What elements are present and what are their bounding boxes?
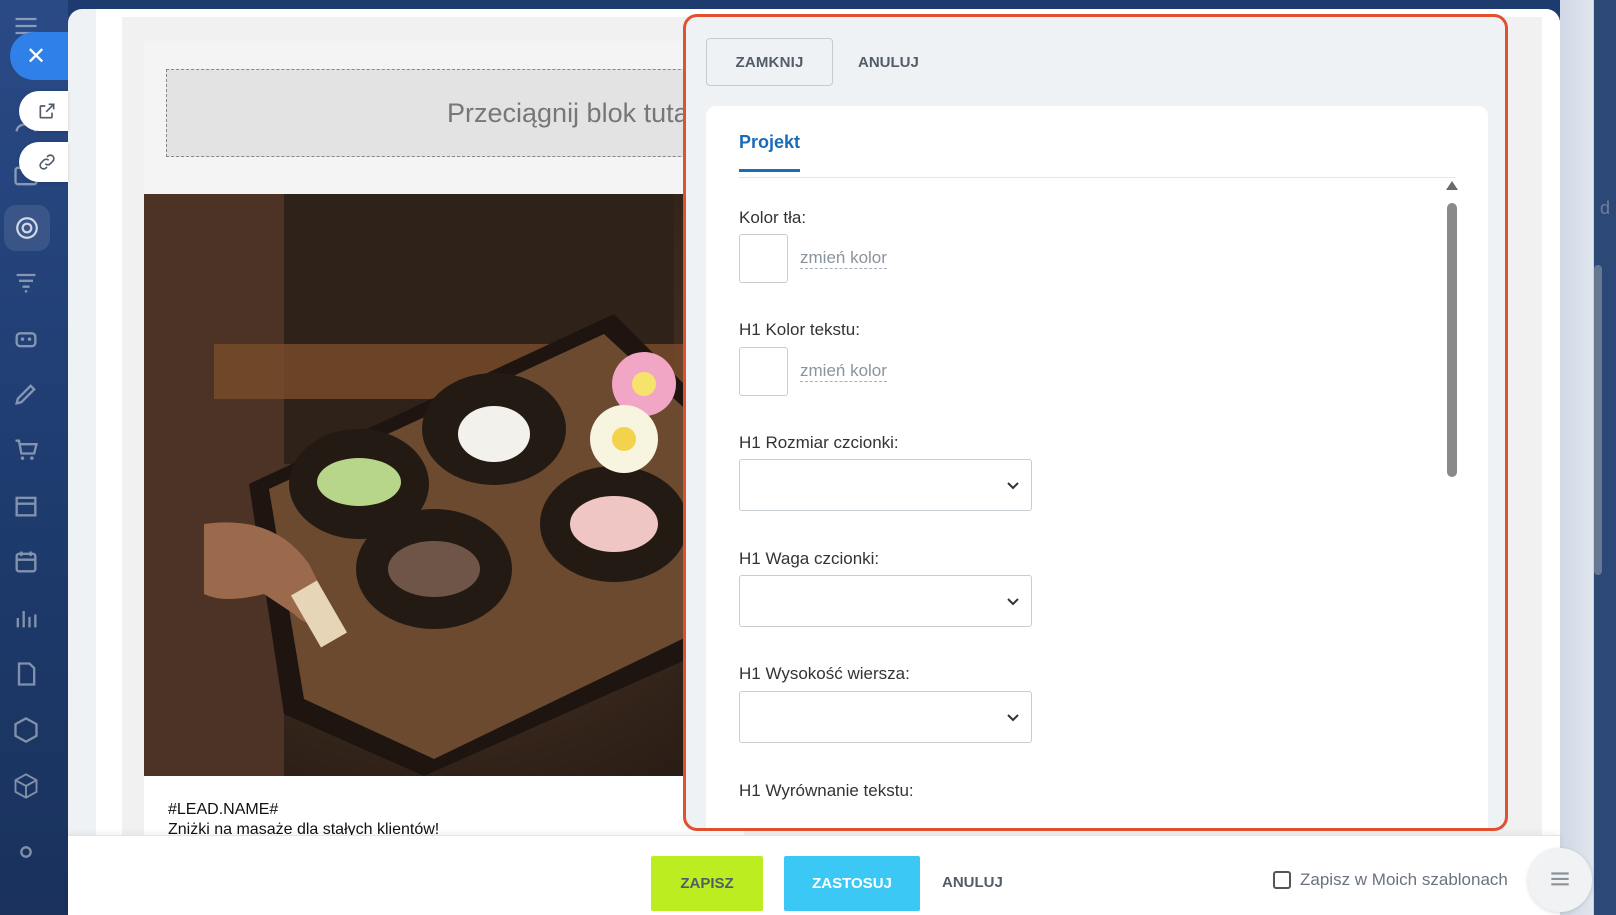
email-image[interactable]: [144, 194, 744, 776]
save-template-checkbox[interactable]: [1273, 871, 1291, 889]
email-text-block[interactable]: #LEAD.NAME# Zniżki na masaże dla stałych…: [144, 776, 744, 838]
link-icon: [38, 154, 55, 170]
cancel-button[interactable]: ANULUJ: [942, 874, 1003, 891]
open-new-window-button[interactable]: [19, 91, 68, 131]
pencil-icon[interactable]: [12, 380, 40, 408]
lead-name-placeholder: #LEAD.NAME#: [168, 801, 279, 818]
scroll-up-arrow-icon[interactable]: [1446, 181, 1458, 190]
app-sidebar: [0, 0, 68, 915]
chevron-down-icon: [1007, 714, 1019, 722]
bg-color-swatch[interactable]: [739, 234, 788, 283]
store-icon[interactable]: [12, 492, 40, 520]
scroll-thumb[interactable]: [1447, 203, 1457, 477]
close-button[interactable]: ZAMKNIJ: [706, 38, 833, 86]
document-icon[interactable]: [12, 660, 40, 688]
save-button[interactable]: ZAPISZ: [651, 856, 763, 911]
cube-icon[interactable]: [12, 772, 40, 800]
h1-font-weight-label: H1 Waga czcionki:: [739, 549, 880, 568]
bg-color-label: Kolor tła:: [739, 208, 807, 227]
cart-icon[interactable]: [12, 436, 40, 464]
target-icon[interactable]: [4, 205, 50, 251]
h1-change-color-link[interactable]: zmień kolor: [800, 361, 887, 382]
tab-bar: Projekt: [739, 106, 1456, 178]
list-icon: [1551, 872, 1569, 886]
h1-line-height-label: H1 Wysokość wiersza:: [739, 664, 910, 683]
drop-zone-text: Przeciągnij blok tutaj: [447, 97, 695, 128]
settings-card: Projekt Kolor tła: zmień kolor H1 Kolor …: [706, 106, 1488, 828]
settings-scrollbar[interactable]: [1446, 181, 1458, 828]
h1-text-color-label: H1 Kolor tekstu:: [739, 320, 860, 339]
hexagon-icon[interactable]: [12, 716, 40, 744]
massage-tray-photo: [144, 194, 744, 776]
copy-link-button[interactable]: [19, 142, 68, 182]
save-template-label: Zapisz w Moich szablonach: [1300, 870, 1508, 889]
slider-close-button[interactable]: ✕: [10, 32, 68, 80]
chevron-down-icon: [1007, 598, 1019, 606]
settings-icon[interactable]: [12, 838, 40, 866]
h1-text-align-label: H1 Wyrównanie tekstu:: [739, 781, 914, 800]
h1-font-size-select[interactable]: [739, 459, 1032, 511]
h1-font-weight-select[interactable]: [739, 575, 1032, 627]
analytics-icon[interactable]: [12, 604, 40, 632]
email-editor-slider: Przeciągnij blok tutaj #LEAD.NAME# Zniżk…: [68, 9, 1560, 915]
apply-button[interactable]: ZASTOSUJ: [784, 856, 920, 911]
calendar-icon[interactable]: [12, 548, 40, 576]
cancel-button[interactable]: ANULUJ: [858, 54, 919, 71]
background-page-text: d: [1600, 198, 1611, 218]
h1-font-size-label: H1 Rozmiar czcionki:: [739, 433, 899, 452]
menu-button[interactable]: [1528, 848, 1592, 912]
bottom-action-bar: ZAPISZ ZASTOSUJ ANULUJ Zapisz w Moich sz…: [68, 835, 1592, 915]
robot-icon[interactable]: [12, 324, 40, 352]
settings-actions: ZAMKNIJ ANULUJ: [706, 38, 919, 86]
funnel-icon[interactable]: [12, 268, 40, 296]
background-page-edge: d: [1560, 0, 1616, 915]
h1-line-height-select[interactable]: [739, 691, 1032, 743]
close-icon: ✕: [25, 42, 47, 70]
chevron-down-icon: [1007, 482, 1019, 490]
drop-zone[interactable]: Przeciągnij blok tutaj: [166, 69, 746, 157]
background-page: [1560, 0, 1616, 915]
h1-text-color-swatch[interactable]: [739, 347, 788, 396]
page-scrollbar[interactable]: [1594, 265, 1602, 575]
tab-projekt[interactable]: Projekt: [739, 132, 801, 172]
block-settings-panel: ZAMKNIJ ANULUJ Projekt Kolor tła: zmień …: [683, 14, 1508, 831]
external-link-icon: [39, 103, 54, 119]
bg-change-color-link[interactable]: zmień kolor: [800, 248, 887, 269]
save-template-option[interactable]: Zapisz w Moich szablonach: [1273, 870, 1508, 890]
